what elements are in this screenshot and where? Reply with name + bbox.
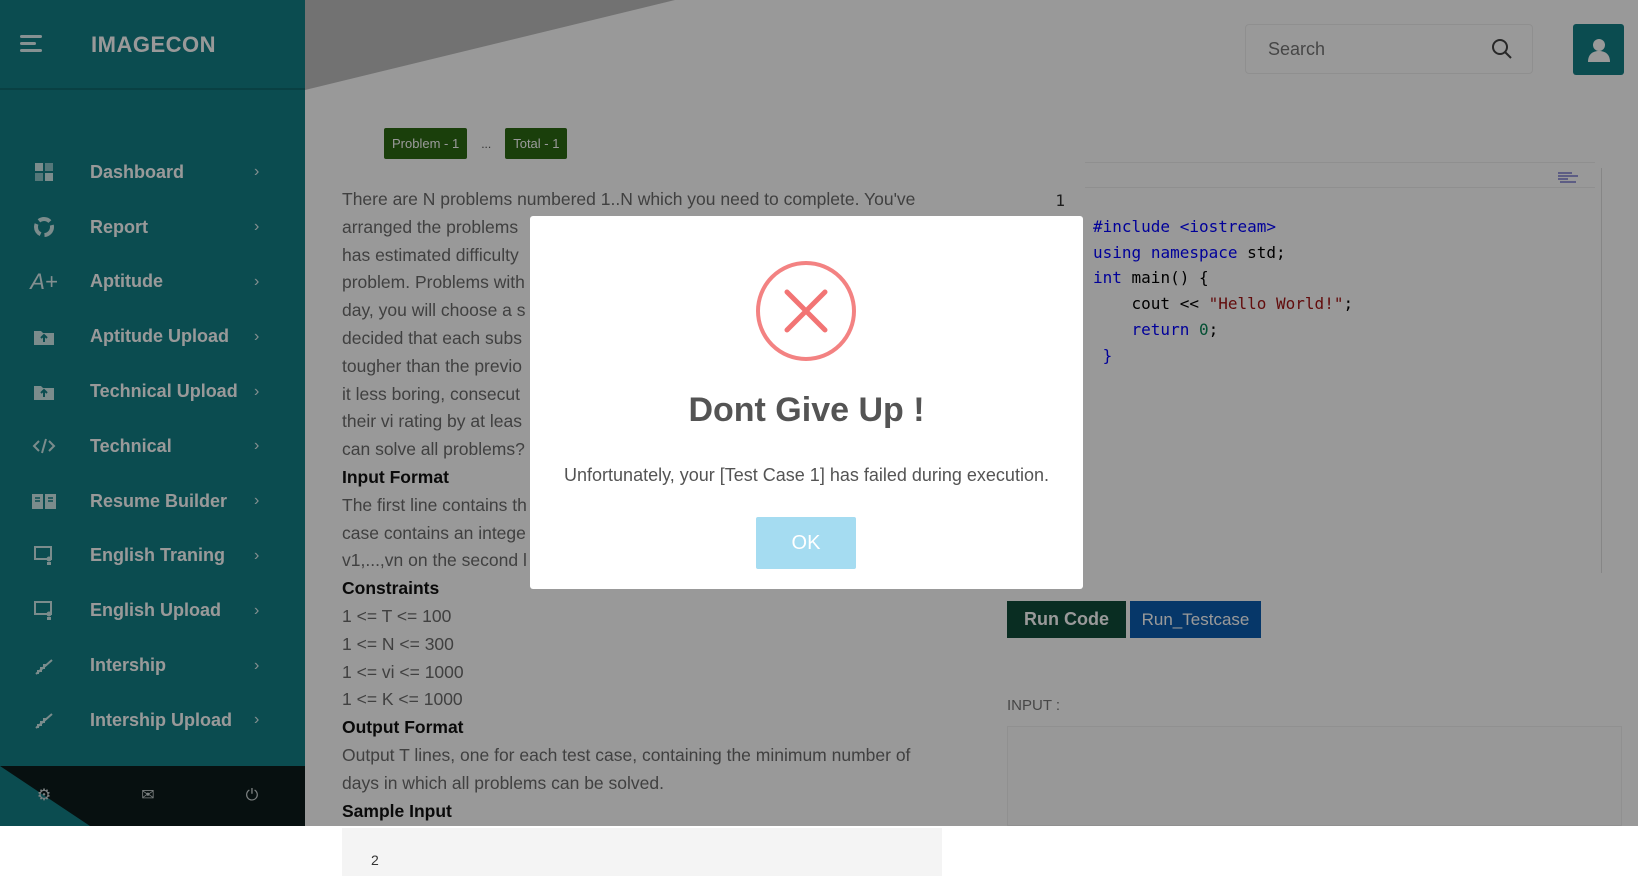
ok-button[interactable]: OK (756, 517, 856, 569)
error-x-icon (756, 261, 856, 361)
sample-input-box: 2 (342, 828, 942, 876)
app-root: IMAGECON Dashboard › Report › A+ Aptitud… (0, 0, 1638, 876)
sample-input-value: 2 (371, 852, 379, 868)
error-dialog: Dont Give Up ! Unfortunately, your [Test… (530, 216, 1083, 589)
dialog-message: Unfortunately, your [Test Case 1] has fa… (564, 465, 1049, 485)
dialog-title: Dont Give Up ! (688, 391, 925, 429)
